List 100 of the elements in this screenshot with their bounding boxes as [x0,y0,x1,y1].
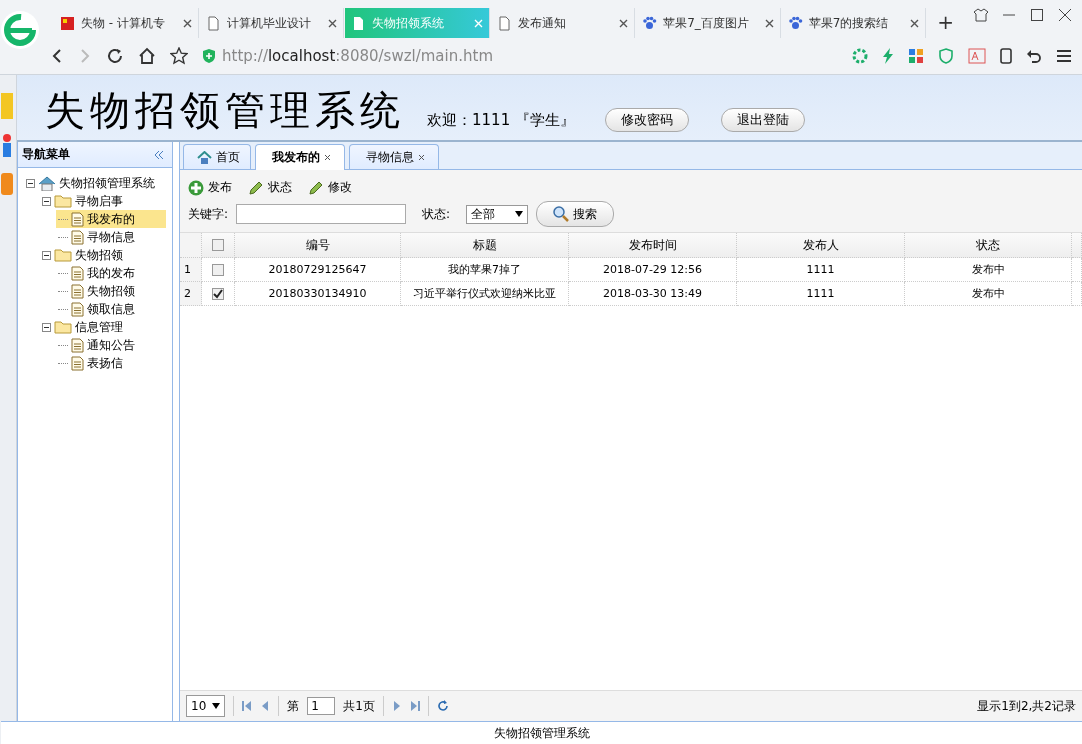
collapse-icon[interactable] [26,178,35,188]
document-icon [71,283,84,299]
column-header[interactable]: 发布人 [737,233,905,258]
close-icon[interactable] [328,18,338,28]
tree-folder[interactable]: 寻物启事 [40,192,166,210]
home-icon[interactable] [138,47,156,65]
status-label: 状态: [422,205,451,223]
tree-item[interactable]: 我的发布 [56,264,166,282]
document-icon [71,229,84,245]
tree-item[interactable]: 通知公告 [56,336,166,354]
edit-button[interactable]: 状态 [248,179,292,196]
shield-icon[interactable] [938,48,954,64]
document-icon [71,301,84,317]
close-icon[interactable] [182,18,192,28]
paw-icon [642,15,658,31]
pencil-icon [308,179,324,196]
browser-tab[interactable]: 苹果7的搜索结 [781,8,927,38]
dropdown-arrow-icon [212,703,221,709]
header-button[interactable]: 修改密码 [604,108,689,132]
close-icon[interactable] [619,18,629,28]
add-button[interactable]: 发布 [188,179,232,196]
maximize-icon[interactable] [1030,8,1044,22]
phone-icon[interactable] [1000,48,1012,64]
apps-icon[interactable] [908,48,924,64]
column-header[interactable]: 编号 [235,233,401,258]
system-title: 失物招领管理系统 [45,86,405,135]
browser-logo-icon [0,10,40,50]
last-page-icon[interactable] [409,701,420,711]
content-tab[interactable]: 我发布的 [255,144,345,170]
menu-icon[interactable] [1056,48,1072,64]
close-icon[interactable] [1058,8,1072,22]
browser-tab[interactable]: 失物 - 计算机专 [54,8,199,38]
footer-text: 失物招领管理系统 [493,724,590,742]
tree-folder[interactable]: 失物招领管理系统 [24,174,166,192]
checkbox[interactable] [212,263,224,276]
checkbox[interactable] [212,239,224,251]
star-icon[interactable] [170,47,188,65]
close-icon[interactable] [910,18,920,28]
tree-item[interactable]: 领取信息 [56,300,166,318]
nav-title: 导航菜单 [22,146,70,163]
tree-item[interactable]: 我发布的 [56,210,166,228]
refresh-icon[interactable] [436,700,449,712]
search-button[interactable]: 搜索 [536,201,615,227]
tree-item[interactable]: 表扬信 [56,354,166,372]
keyword-input[interactable] [236,204,407,224]
back-icon[interactable] [50,48,64,64]
checkbox[interactable] [212,287,224,300]
first-page-icon[interactable] [242,701,253,711]
status-dropdown[interactable]: 全部 [466,204,529,224]
bookmark-icon[interactable] [1,133,13,159]
table-cell: 1111 [737,282,905,306]
content-tab[interactable]: 首页 [183,144,251,169]
close-icon[interactable] [323,154,331,161]
browser-tab[interactable]: 苹果7_百度图片 [636,8,781,38]
column-header[interactable]: 发布时间 [569,233,737,258]
column-header[interactable]: 状态 [905,233,1072,258]
collapse-icon[interactable] [42,196,51,206]
reload-icon[interactable] [106,47,124,65]
shield-icon [202,48,216,64]
table-cell: 我的苹果7掉了 [401,258,569,282]
folder-icon [54,320,72,334]
browser-tab[interactable]: 计算机毕业设计 [199,8,345,38]
close-icon[interactable] [764,18,774,28]
collapse-icon[interactable] [42,322,51,332]
collapse-icon[interactable] [42,250,51,260]
table-cell: 2018-03-30 13:49 [569,282,737,306]
undo-icon[interactable] [1026,48,1042,64]
browser-tab[interactable]: 发布通知 [490,8,636,38]
page-icon [205,15,221,31]
tree-folder[interactable]: 信息管理 [40,318,166,336]
content-tab[interactable]: 寻物信息 [349,144,439,169]
document-icon [71,355,84,371]
tree-item[interactable]: 失物招领 [56,282,166,300]
page-size-dropdown[interactable]: 10 [186,695,226,717]
tree-item[interactable]: 寻物信息 [56,228,166,246]
page-label: 第 [287,697,300,715]
welcome-text: 欢迎：1111 『学生』 [427,111,575,130]
new-tab-button[interactable]: + [927,10,964,38]
page-input[interactable]: 1 [307,697,336,715]
document-icon [71,211,84,227]
next-page-icon[interactable] [391,701,402,711]
page-count: 共1页 [343,697,375,715]
flag-icon [60,15,75,31]
lightning-icon[interactable] [882,48,894,64]
shirt-icon[interactable] [974,8,988,22]
close-icon[interactable] [417,153,425,161]
translate-icon[interactable] [968,48,986,64]
tree-folder[interactable]: 失物招领 [40,246,166,264]
header-button[interactable]: 退出登陆 [720,108,805,132]
table-cell: 20180729125647 [235,258,401,282]
record-info: 显示1到2,共2记录 [977,697,1076,715]
address-field[interactable]: http://localhost:8080/swzl/main.htm [202,43,672,69]
edit-button[interactable]: 修改 [308,179,352,196]
house-icon [38,175,56,191]
row-number: 1 [180,258,202,282]
home-icon [196,150,212,164]
previous-page-icon[interactable] [260,701,271,711]
folder-icon [54,194,72,208]
row-number: 2 [180,282,202,306]
column-header[interactable]: 标题 [401,233,569,258]
